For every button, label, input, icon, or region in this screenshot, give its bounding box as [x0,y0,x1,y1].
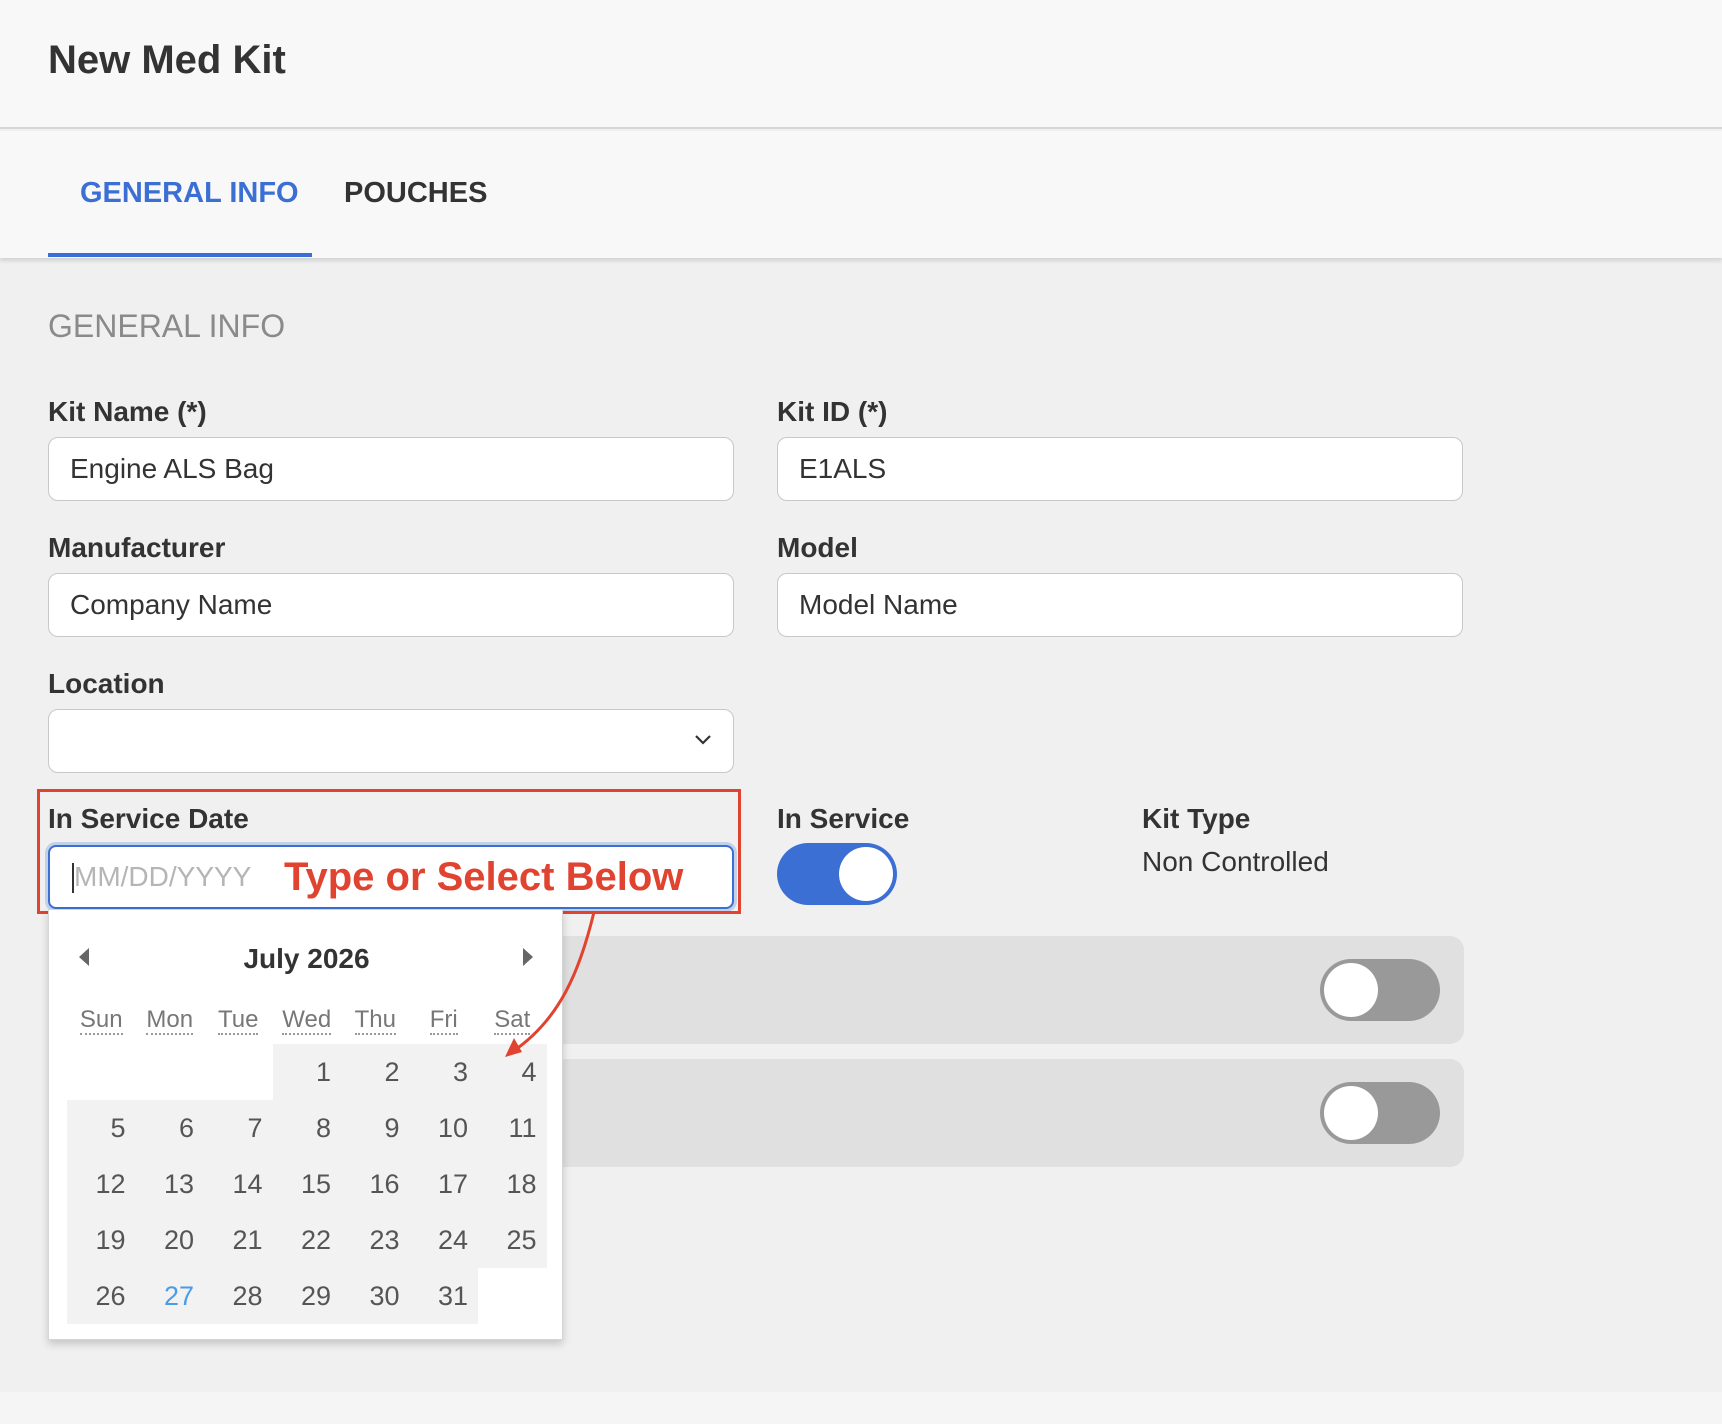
calendar-day-19[interactable]: 19 [67,1212,136,1268]
page-footer-strip [0,1392,1722,1424]
date-picker: July 2026 Sun Mon Tue Wed Thu Fri Sat 12345678… [48,909,563,1340]
section-title: GENERAL INFO [48,308,286,344]
weekday-sat: Sat [478,1006,547,1035]
weekday-label: Mon [146,1006,194,1035]
calendar-day-31[interactable]: 31 [409,1268,478,1324]
kit-type-value: Non Controlled [1142,846,1329,877]
option-row-1 [530,936,1464,1044]
kit-name-input[interactable]: Engine ALS Bag [48,437,734,501]
kit-name-label: Kit Name (*) [48,396,207,427]
toggle-knob [1324,963,1378,1017]
toggle-knob [839,847,893,901]
weekday-label: Wed [282,1006,332,1035]
calendar-day-15[interactable]: 15 [272,1156,341,1212]
weekday-sun: Sun [67,1006,136,1035]
manufacturer-input[interactable]: Company Name [48,573,734,637]
weekday-mon: Mon [136,1006,205,1035]
weekday-header: Sun Mon Tue Wed Thu Fri Sat [67,1006,547,1035]
calendar-empty-cell [136,1044,205,1100]
manufacturer-label: Manufacturer [48,532,226,563]
chevron-down-icon [695,735,711,745]
calendar-day-3[interactable]: 3 [409,1044,478,1100]
calendar-day-8[interactable]: 8 [272,1100,341,1156]
calendar-day-23[interactable]: 23 [341,1212,410,1268]
kit-type-label: Kit Type [1142,803,1251,834]
calendar-day-6[interactable]: 6 [135,1100,204,1156]
calendar-day-27[interactable]: 27 [135,1268,204,1324]
date-placeholder: MM/DD/YYYY [74,861,252,892]
calendar-day-1[interactable]: 1 [272,1044,341,1100]
in-service-date-label: In Service Date [48,803,249,834]
weekday-fri: Fri [410,1006,479,1035]
location-label: Location [48,668,165,699]
option-row-2 [530,1059,1464,1167]
calendar-day-22[interactable]: 22 [272,1212,341,1268]
calendar-day-14[interactable]: 14 [204,1156,273,1212]
option-row-2-toggle[interactable] [1320,1082,1440,1144]
calendar-day-11[interactable]: 11 [478,1100,547,1156]
calendar-day-29[interactable]: 29 [272,1268,341,1324]
next-month-icon[interactable] [523,948,533,966]
weekday-label: Sun [79,1006,123,1035]
in-service-toggle[interactable] [777,843,897,905]
calendar-day-21[interactable]: 21 [204,1212,273,1268]
calendar-day-10[interactable]: 10 [409,1100,478,1156]
calendar-day-5[interactable]: 5 [67,1100,136,1156]
calendar-grid: 1 2 3 4 5 6 7 8 9 10 11 12 13 14 15 16 17 18 19 20 21 22 23 24 2… [67,1044,547,1324]
tab-pouches[interactable]: POUCHES [344,177,487,210]
tab-bar: GENERAL INFO POUCHES [0,131,1722,258]
tab-general-info[interactable]: GENERAL INFO [80,177,299,210]
location-select[interactable] [48,709,734,773]
calendar-day-26[interactable]: 26 [67,1268,136,1324]
weekday-label: Tue [218,1006,259,1035]
weekday-label: Sat [494,1006,531,1035]
calendar-day-2[interactable]: 2 [341,1044,410,1100]
calendar-day-25[interactable]: 25 [478,1212,547,1268]
weekday-tue: Tue [204,1006,273,1035]
calendar-day-17[interactable]: 17 [409,1156,478,1212]
calendar-empty-cell [478,1268,547,1324]
calendar-day-4[interactable]: 4 [478,1044,547,1100]
model-input[interactable]: Model Name [777,573,1463,637]
weekday-label: Fri [429,1006,458,1035]
header: New Med Kit [0,0,1722,129]
calendar-day-30[interactable]: 30 [341,1268,410,1324]
calendar-empty-cell [67,1044,136,1100]
toggle-knob [1324,1086,1378,1140]
kit-id-label: Kit ID (*) [777,396,888,427]
calendar-day-18[interactable]: 18 [478,1156,547,1212]
calendar-month-title: July 2026 [243,943,370,974]
calendar-day-13[interactable]: 13 [135,1156,204,1212]
option-row-1-toggle[interactable] [1320,959,1440,1021]
active-tab-indicator [48,253,312,257]
weekday-wed: Wed [273,1006,342,1035]
calendar-empty-cell [204,1044,273,1100]
calendar-day-20[interactable]: 20 [135,1212,204,1268]
in-service-label: In Service [777,803,910,834]
annotation-text: Type or Select Below [284,855,684,899]
weekday-label: Thu [354,1006,396,1035]
calendar-day-24[interactable]: 24 [409,1212,478,1268]
calendar-day-12[interactable]: 12 [67,1156,136,1212]
weekday-thu: Thu [341,1006,410,1035]
calendar-day-28[interactable]: 28 [204,1268,273,1324]
kit-id-input[interactable]: E1ALS [777,437,1463,501]
calendar-day-9[interactable]: 9 [341,1100,410,1156]
model-label: Model [777,532,858,563]
page-title: New Med Kit [48,38,286,82]
calendar-day-16[interactable]: 16 [341,1156,410,1212]
calendar-day-7[interactable]: 7 [204,1100,273,1156]
